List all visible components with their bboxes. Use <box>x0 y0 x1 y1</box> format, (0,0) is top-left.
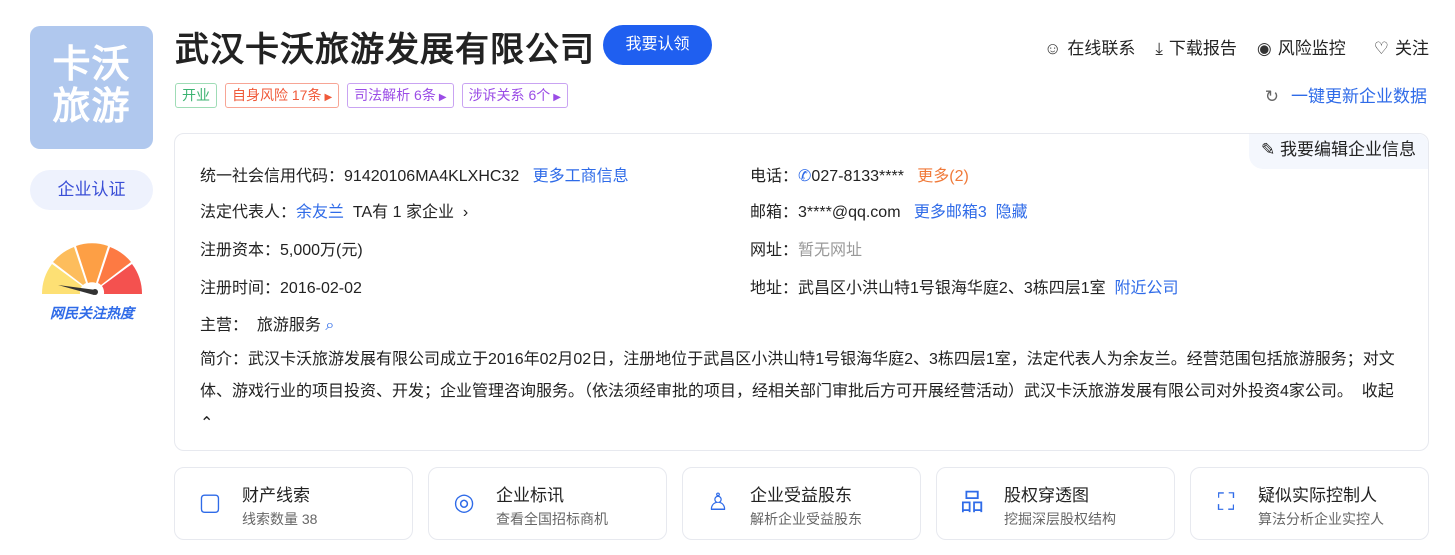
action-label: 下载报告 <box>1168 39 1237 58</box>
legal-rep-label: 法定代表人： <box>200 204 297 221</box>
main-business-value: 旅游服务 <box>256 317 321 334</box>
website-value: 暂无网址 <box>798 242 863 259</box>
heart-icon: ♡ <box>1373 39 1389 58</box>
card-title: 股权穿透图 <box>1004 486 1089 505</box>
more-phones-link[interactable]: 更多(2) <box>917 168 969 185</box>
card-title: 企业受益股东 <box>750 486 852 505</box>
reg-time-label: 注册时间： <box>200 280 281 297</box>
company-info-panel: ✎ 我要编辑企业信息 统一社会信用代码：91420106MA4KLXHC32 更… <box>174 133 1429 451</box>
action-label: 风险监控 <box>1277 39 1346 58</box>
risk-monitor-button[interactable]: ◉ 风险监控 <box>1257 34 1346 59</box>
pencil-icon: ✎ <box>1261 140 1280 159</box>
email-value: 3****@qq.com <box>798 204 901 221</box>
credit-code: 91420106MA4KLXHC32 <box>344 168 520 185</box>
legal-rep-link[interactable]: 余友兰 <box>296 204 344 221</box>
download-icon: ⤓ <box>1155 39 1163 58</box>
heat-gauge[interactable]: 网民关注热度 <box>38 240 146 323</box>
card-title: 财产线索 <box>242 486 310 505</box>
gauge-icon <box>42 243 142 295</box>
claim-button[interactable]: 我要认领 <box>603 25 712 65</box>
card-subtitle: 算法分析企业实控人 <box>1258 511 1384 527</box>
target-icon: ◎ <box>453 489 475 516</box>
chevron-up-icon[interactable]: ⌃ <box>200 415 213 432</box>
card-subtitle: 查看全国招标商机 <box>496 511 608 527</box>
address-value: 武昌区小洪山特1号银海华庭2、3栋四层1室 <box>798 280 1106 297</box>
company-logo: 卡沃 旅游 <box>30 26 153 149</box>
card-actual-controller[interactable]: ⛶ 疑似实际控制人 算法分析企业实控人 <box>1190 467 1429 540</box>
hide-emails-link[interactable]: 隐藏 <box>996 204 1028 221</box>
caret-right-icon: ▶ <box>324 92 333 103</box>
chevron-right-icon: › <box>462 204 469 221</box>
logo-line: 卡沃 <box>52 44 131 86</box>
capital-label: 注册资本： <box>200 242 281 259</box>
phone-value: 027-8133**** <box>811 168 904 185</box>
intro-text: 简介：武汉卡沃旅游发展有限公司成立于2016年02月02日，注册地位于武昌区小洪… <box>200 351 1395 400</box>
org-chart-icon: 品 <box>960 489 984 516</box>
edit-info-button[interactable]: ✎ 我要编辑企业信息 <box>1249 134 1428 169</box>
update-data-link[interactable]: ↻ 一键更新企业数据 <box>1265 82 1427 107</box>
heat-label: 网民关注热度 <box>50 305 134 321</box>
card-title: 企业标讯 <box>496 486 564 505</box>
collapse-link[interactable]: 收起 <box>1362 383 1394 400</box>
card-title: 疑似实际控制人 <box>1258 486 1377 505</box>
certification-button[interactable]: 企业认证 <box>30 170 153 210</box>
phone-icon: ✆ <box>798 168 812 185</box>
company-name: 武汉卡沃旅游发展有限公司 <box>175 31 595 69</box>
more-emails-link[interactable]: 更多邮箱3 <box>914 204 987 221</box>
card-subtitle: 线索数量 38 <box>242 511 318 527</box>
capital-value: 5,000万(元) <box>280 242 363 259</box>
feature-cards: ▢ 财产线索线索数量 38 ◎ 企业标讯查看全国招标商机 ♙ 企业受益股东 解析企业受益… <box>174 467 1429 540</box>
credit-code-label: 统一社会信用代码： <box>200 168 345 185</box>
contact-online-button[interactable]: ☺ 在线联系 <box>1044 34 1135 59</box>
eye-icon: ◉ <box>1256 39 1272 58</box>
company-intro: 简介：武汉卡沃旅游发展有限公司成立于2016年02月02日，注册地位于武昌区小洪… <box>200 344 1410 440</box>
download-report-button[interactable]: ⤓ 下载报告 <box>1155 34 1237 59</box>
status-badge: 开业 <box>175 83 217 108</box>
chat-icon: ☺ <box>1044 39 1062 58</box>
person-icon: ♙ <box>707 489 729 516</box>
email-label: 邮箱： <box>750 204 799 221</box>
phone-label: 电话： <box>750 168 799 185</box>
card-subtitle: 解析企业受益股东 <box>750 511 862 527</box>
caret-right-icon: ▶ <box>438 92 447 103</box>
caret-right-icon: ▶ <box>553 92 561 103</box>
website-label: 网址： <box>750 242 799 259</box>
card-bidding[interactable]: ◎ 企业标讯查看全国招标商机 <box>428 467 667 540</box>
scan-person-icon: ⛶ <box>1217 489 1235 516</box>
main-business-label: 主营： <box>200 317 249 334</box>
follow-button[interactable]: ♡ 关注 <box>1374 34 1429 59</box>
top-actions: ☺ 在线联系 ⤓ 下载报告 ◉ 风险监控 ♡ 关注 <box>1044 34 1429 59</box>
nearby-companies-link[interactable]: 附近公司 <box>1115 280 1179 297</box>
action-label: 关注 <box>1395 39 1429 58</box>
litigation-tag[interactable]: 涉诉关系 6个 ▶ <box>461 83 568 108</box>
logo-line: 旅游 <box>52 86 131 128</box>
card-property-clues[interactable]: ▢ 财产线索线索数量 38 <box>174 467 413 540</box>
judicial-tag[interactable]: 司法解析 6条 ▶ <box>347 83 454 108</box>
card-subtitle: 挖掘深层股权结构 <box>1004 511 1116 527</box>
refresh-icon: ↻ <box>1264 87 1279 106</box>
risk-tag[interactable]: 自身风险 17条 ▶ <box>225 83 340 108</box>
card-beneficial-owners[interactable]: ♙ 企业受益股东 解析企业受益股东 <box>682 467 921 540</box>
action-label: 在线联系 <box>1067 39 1136 58</box>
folder-icon: ▢ <box>198 489 222 516</box>
card-equity-chart[interactable]: 品 股权穿透图挖掘深层股权结构 <box>936 467 1175 540</box>
address-label: 地址： <box>750 280 799 297</box>
more-business-info-link[interactable]: 更多工商信息 <box>533 168 629 185</box>
reg-time-value: 2016-02-02 <box>280 280 362 297</box>
search-icon[interactable]: ⌕ <box>325 317 334 334</box>
tag-list: 开业 自身风险 17条 ▶ 司法解析 6条 ▶ 涉诉关系 6个 ▶ <box>175 83 568 108</box>
legal-rep-companies-link[interactable]: TA有 1 家企业 <box>353 204 454 221</box>
edit-label: 我要编辑企业信息 <box>1280 140 1416 159</box>
update-label: 一键更新企业数据 <box>1291 87 1427 106</box>
